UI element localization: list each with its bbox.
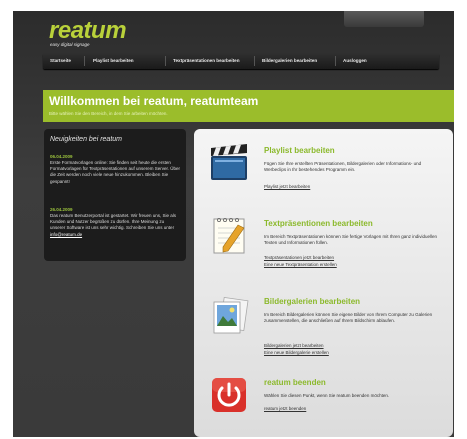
nav-item-startseite[interactable]: Startseite (50, 53, 71, 69)
news-panel: Neuigkeiten bei reatum 06.04.2009 Erste … (44, 129, 186, 261)
tagline: easy digital signage (50, 42, 90, 47)
nav-separator (254, 56, 255, 66)
photo-gallery-icon[interactable] (208, 297, 250, 335)
power-button-icon[interactable] (208, 378, 250, 416)
news-text: Das reatum Benutzerportal ist gestartet.… (50, 213, 180, 238)
section-description: Im Bereich Textpräsentationen können Sie… (264, 234, 438, 246)
reatum-exit-link[interactable]: reatum jetzt beenden (264, 406, 306, 411)
nav-separator (165, 56, 166, 66)
playlist-edit-link[interactable]: Playlist jetzt bearbeiten (264, 184, 310, 189)
page-frame: reatum easy digital signage Startseite P… (13, 11, 454, 437)
nav-separator (335, 56, 336, 66)
textpraesentation-edit-link[interactable]: Textpräsentationen jetzt bearbeiten (264, 255, 334, 260)
nav-item-textpraesentationen[interactable]: Textpräsentationen bearbeiten (173, 53, 240, 69)
news-date: 06.04.2009 (50, 154, 73, 159)
welcome-title: Willkommen bei reatum, reatumteam (49, 94, 259, 108)
clapperboard-icon[interactable] (208, 144, 250, 182)
section-description: Im Bereich Bildergalerien können Sie eig… (264, 312, 433, 324)
header-corner-box (344, 11, 424, 27)
textpraesentation-create-link[interactable]: Eine neue Textpräsentation erstellen (264, 262, 337, 267)
section-title[interactable]: Playlist bearbeiten (264, 146, 335, 155)
news-email-link[interactable]: info@reatum.de (50, 232, 82, 237)
section-title[interactable]: Textpräsentionen bearbeiten (264, 219, 373, 228)
section-description: Fügen Sie Ihre erstellten Präsentationen… (264, 161, 422, 173)
logo[interactable]: reatum (49, 19, 127, 43)
section-description: Wählen Sie diesen Punkt, wenn Sie reatum… (264, 393, 390, 398)
bildergalerie-create-link[interactable]: Eine neue Bildergalerie erstellen (264, 350, 329, 355)
news-text: Erste Formatvorlagen online: Sie finden … (50, 160, 180, 184)
news-title: Neuigkeiten bei reatum (50, 136, 122, 143)
main-panel: Playlist bearbeiten Fügen Sie Ihre erste… (194, 129, 453, 437)
nav-separator (84, 56, 85, 66)
news-date: 26.04.2009 (50, 207, 73, 212)
section-title[interactable]: reatum beenden (264, 378, 326, 387)
welcome-banner: Willkommen bei reatum, reatumteam Bitte … (43, 90, 454, 122)
news-text-body: Das reatum Benutzerportal ist gestartet.… (50, 213, 177, 231)
notepad-pencil-icon[interactable] (208, 217, 250, 255)
bildergalerie-edit-link[interactable]: Bildergalerien jetzt bearbeiten (264, 343, 324, 348)
welcome-subtitle: Bitte wählen Sie den Bereich, in dem Sie… (49, 111, 168, 116)
main-nav: Startseite Playlist bearbeiten Textpräse… (43, 53, 439, 69)
nav-item-bildergalerien[interactable]: Bildergalerien bearbeiten (262, 53, 317, 69)
section-title[interactable]: Bildergalerien bearbeiten (264, 297, 360, 306)
nav-item-playlist[interactable]: Playlist bearbeiten (93, 53, 134, 69)
nav-item-ausloggen[interactable]: Ausloggen (343, 53, 367, 69)
